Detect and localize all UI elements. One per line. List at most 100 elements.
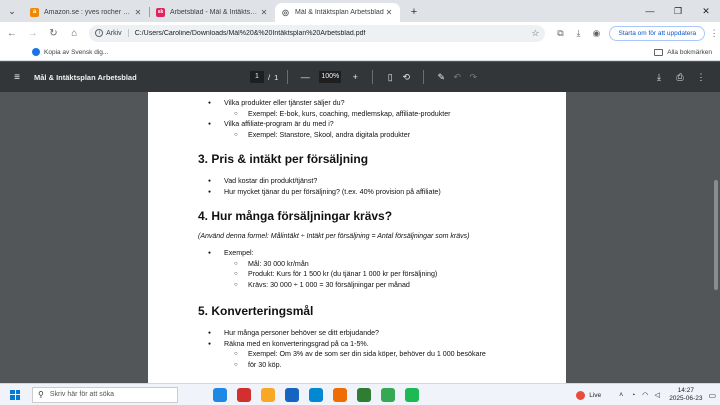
new-tab-button[interactable]: + (406, 4, 422, 20)
divider (287, 70, 289, 84)
pdf-page: Vilka produkter eller tjänster säljer du… (148, 92, 566, 383)
taskbar-search[interactable]: ⚲ Skriv här för att söka (32, 386, 178, 403)
rotate-icon[interactable]: ⟲ (398, 72, 414, 83)
more-menu-icon[interactable]: ⋮ (708, 28, 720, 39)
url-text[interactable]: C:/Users/Caroline/Downloads/Mål%20&%20In… (135, 30, 532, 37)
sub-list-item-continuation: för 30 köp. (198, 360, 548, 371)
excel-app-icon[interactable] (357, 387, 371, 402)
fit-page-icon[interactable]: ▯ (382, 72, 398, 83)
list-item: Hur många personer behöver se ditt erbju… (198, 328, 548, 339)
windows-logo-icon (10, 389, 20, 400)
list-item: Exempel: (198, 248, 548, 259)
globe-icon: ◎ (282, 8, 289, 17)
page-content: Vilka produkter eller tjänster säljer du… (198, 92, 548, 370)
profile-avatar-icon[interactable]: ◉ (587, 28, 605, 39)
redo-icon[interactable]: ↷ (465, 72, 481, 83)
section-5-heading: 5. Konverteringsmål (198, 304, 314, 318)
bookmark-star-icon[interactable]: ☆ (531, 28, 539, 39)
clock[interactable]: 14:27 2025-06-23 (669, 387, 702, 403)
download-icon[interactable]: ⤓ (569, 28, 587, 39)
forward-icon[interactable]: → (24, 24, 42, 42)
close-window-icon[interactable]: ✕ (692, 0, 720, 22)
more-vert-icon[interactable]: ⋮ (692, 72, 710, 83)
start-button[interactable] (4, 389, 26, 400)
close-icon[interactable]: ✕ (133, 8, 143, 17)
acrobat-app-icon[interactable] (237, 387, 251, 402)
sub-list-item: Krävs: 30 000 ÷ 1 000 = 30 försäljningar… (198, 280, 548, 291)
sub-list-item: Exempel: Om 3% av de som ser din sida kö… (198, 349, 548, 360)
chevron-up-icon[interactable]: ˄ (615, 392, 627, 399)
back-icon[interactable]: ← (3, 24, 21, 42)
section-heading-cutoff (198, 92, 548, 94)
pdf-actions: ⤓ ⎙ ⋮ (647, 62, 710, 92)
volume-icon[interactable]: ◁ (651, 391, 663, 399)
wifi-icon[interactable]: ◠ (639, 391, 651, 399)
maximize-icon[interactable]: ❐ (664, 0, 692, 22)
undo-icon[interactable]: ↶ (449, 72, 465, 83)
hamburger-menu-icon[interactable]: ≡ (10, 72, 24, 83)
annotate-pen-icon[interactable]: ✎ (433, 72, 449, 83)
site-info-label: Arkiv (106, 29, 122, 37)
zoom-in-icon[interactable]: + (347, 72, 363, 82)
all-bookmarks-button[interactable]: Alla bokmärken (654, 48, 712, 56)
list-item: Vad kostar din produkt/tjänst? (198, 176, 548, 187)
window-controls: — ❐ ✕ (636, 0, 720, 22)
reload-icon[interactable]: ↻ (45, 24, 63, 42)
s2-list: Vilka produkter eller tjänster säljer du… (198, 98, 548, 140)
restart-update-button[interactable]: Starta om för att uppdatera (609, 25, 706, 41)
s5-list: Hur många personer behöver se ditt erbju… (198, 328, 548, 370)
tab-pdf-active[interactable]: ◎ Mål & Intäktsplan Arbetsblad ✕ (275, 3, 400, 22)
edge-app-icon[interactable] (213, 387, 227, 402)
minimize-icon[interactable]: — (636, 0, 664, 22)
section-4-heading: 4. Hur många försäljningar krävs? (198, 209, 393, 223)
live-label: Live (589, 391, 602, 399)
notification-icon[interactable]: ▭ (708, 391, 716, 400)
all-bookmarks-label: Alla bokmärken (667, 48, 712, 56)
page-number-input[interactable]: 1 (250, 71, 264, 83)
site-info-chip[interactable]: i Arkiv (95, 29, 129, 37)
system-tray: Live ˄ ◔ ◠ ◁ 14:27 2025-06-23 ▭ (576, 384, 716, 405)
print-icon[interactable]: ⎙ (671, 72, 689, 83)
toolbar-icons: ⧉ ⤓ ◉ (551, 28, 605, 39)
list-item: Hur mycket tjänar du per försäljning? (t… (198, 187, 548, 198)
page-total: 1 (274, 72, 279, 82)
scrollbar-thumb[interactable] (714, 180, 718, 290)
tab-title: Mål & Intäktsplan Arbetsblad (295, 9, 384, 16)
close-icon[interactable]: ✕ (259, 8, 269, 17)
tab-amazon[interactable]: a Amazon.se : yves rocher make ✕ (24, 3, 149, 22)
chrome-app-icon[interactable] (381, 387, 395, 402)
extensions-icon[interactable]: ⧉ (551, 28, 569, 39)
zoom-out-icon[interactable]: — (297, 72, 313, 82)
close-icon[interactable]: ✕ (384, 8, 394, 17)
browser-toolbar: ← → ↻ ⌂ i Arkiv C:/Users/Caroline/Downlo… (0, 22, 720, 44)
list-item: Räkna med en konverteringsgrad på ca 1-5… (198, 339, 548, 350)
live-widget[interactable]: Live (576, 390, 602, 400)
sub-list-item: Mål: 30 000 kr/mån (198, 259, 548, 270)
outlook-app-icon[interactable] (309, 387, 323, 402)
bookmark-item[interactable]: Kopia av Svensk dig... (32, 48, 108, 56)
zoom-input[interactable]: 100% (319, 71, 342, 83)
divider (423, 70, 425, 84)
network-icon[interactable]: ◔ (627, 392, 639, 399)
spotify-app-icon[interactable] (405, 387, 419, 402)
sub-list-item: Exempel: Stanstore, Skool, andra digital… (198, 130, 548, 141)
browser-window: ⌄ a Amazon.se : yves rocher make ✕ sk Ar… (0, 0, 720, 405)
page-separator: / (268, 72, 271, 82)
list-item: Vilka produkter eller tjänster säljer du… (198, 98, 548, 109)
pdf-viewer[interactable]: Vilka produkter eller tjänster säljer du… (0, 92, 720, 383)
download-icon[interactable]: ⤓ (650, 72, 668, 83)
file-explorer-app-icon[interactable] (261, 387, 275, 402)
pdf-controls: 1 / 1 — 100% + ▯ ⟲ ✎ ↶ ↷ (250, 62, 481, 92)
tab-arbetsblad[interactable]: sk Arbetsblad - Mål & Intäktsplan ✕ (150, 3, 275, 22)
tab-search-chevron-icon[interactable]: ⌄ (4, 3, 20, 19)
live-icon (576, 390, 586, 400)
bookmark-label: Kopia av Svensk dig... (44, 48, 109, 56)
tab-strip: ⌄ a Amazon.se : yves rocher make ✕ sk Ar… (0, 0, 720, 22)
address-bar[interactable]: i Arkiv C:/Users/Caroline/Downloads/Mål%… (89, 24, 546, 42)
home-icon[interactable]: ⌂ (65, 24, 83, 42)
word-app-icon[interactable] (285, 387, 299, 402)
sub-list-item: Produkt: Kurs för 1 500 kr (du tjänar 1 … (198, 269, 548, 280)
office-app-icon[interactable] (333, 387, 347, 402)
windows-taskbar: ⚲ Skriv här för att söka Live ˄ ◔ ◠ ◁ 14… (0, 383, 720, 405)
pinned-apps (208, 387, 424, 402)
